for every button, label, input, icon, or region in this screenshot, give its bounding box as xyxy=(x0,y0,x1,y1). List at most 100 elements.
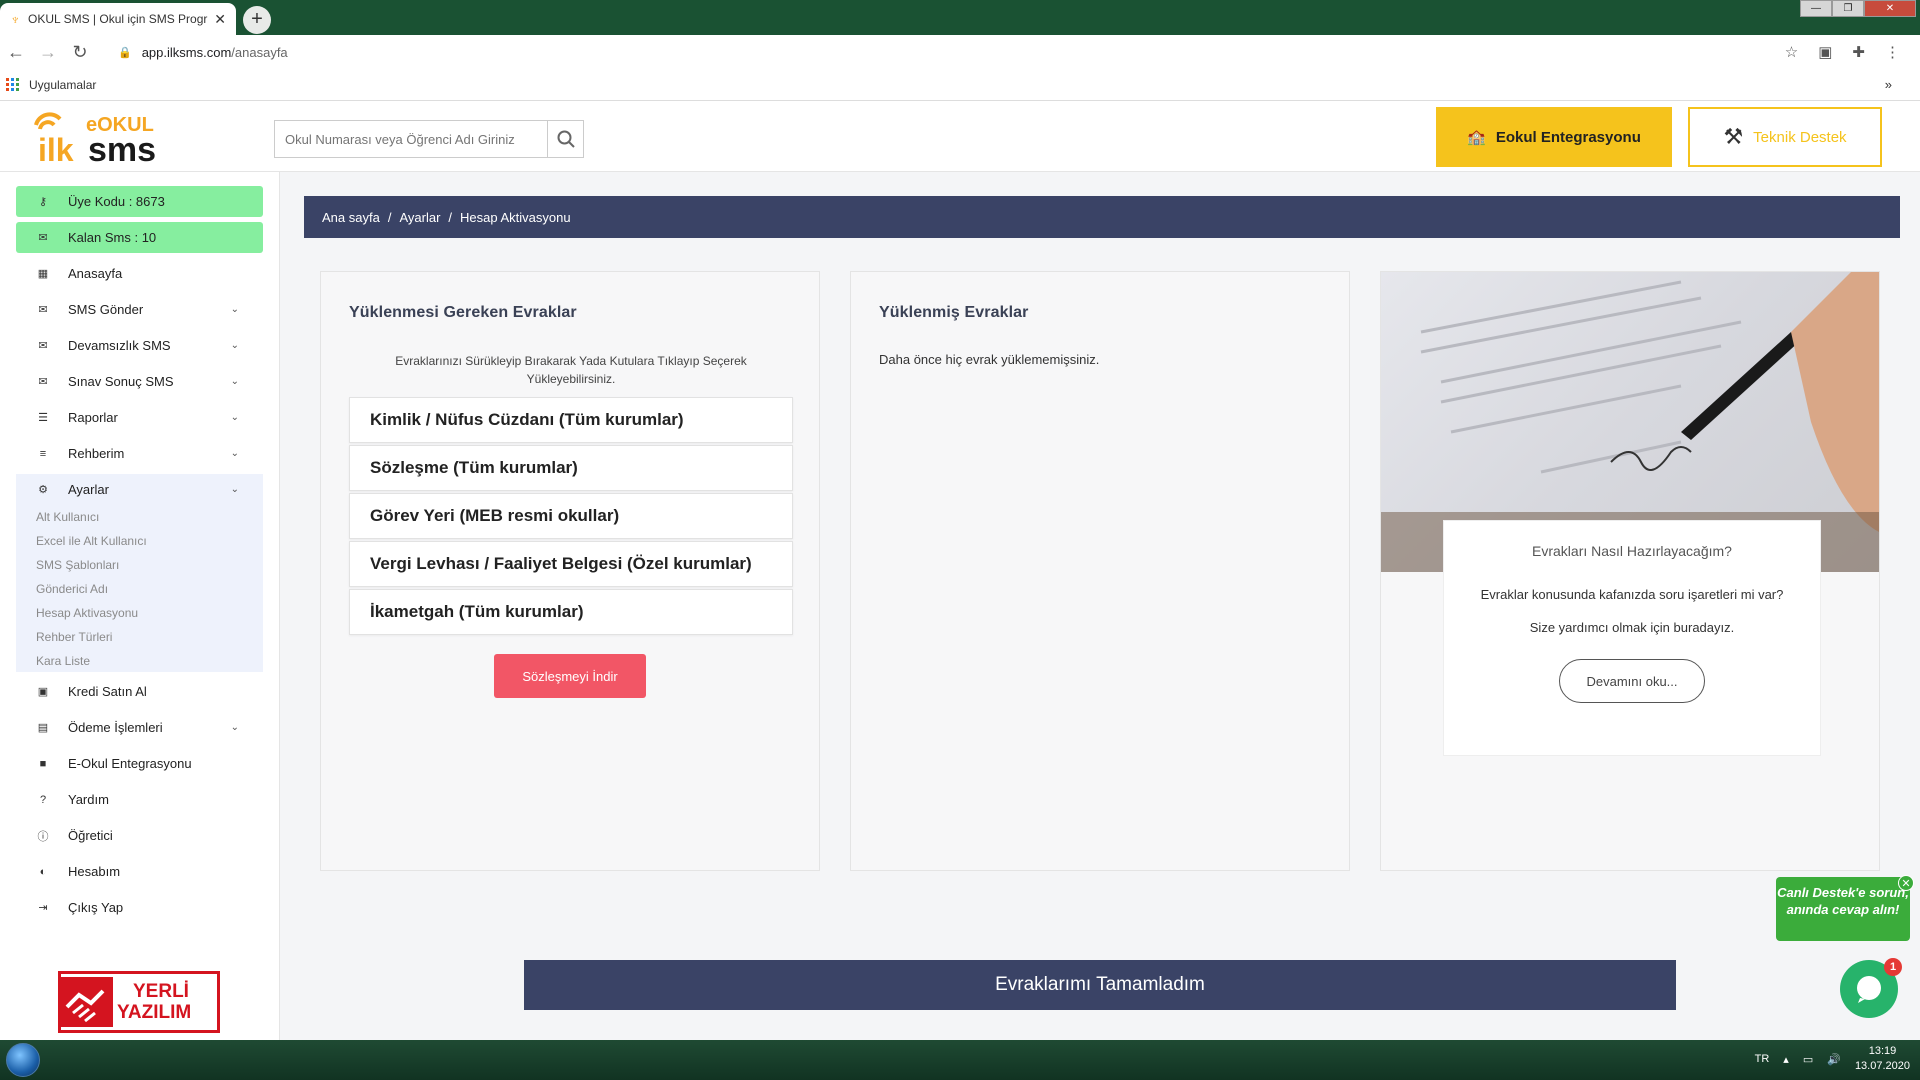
sidebar-item-hesabim[interactable]: ◐ Hesabım xyxy=(16,856,263,887)
sidebar-item-kredi-satin-al[interactable]: ▣ Kredi Satın Al xyxy=(16,676,263,707)
back-icon[interactable]: ← xyxy=(0,42,32,63)
user-circle-icon: ◐ xyxy=(39,865,47,878)
network-icon[interactable]: ▭ xyxy=(1803,1053,1813,1066)
eokul-integration-button[interactable]: 🏫 Eokul Entegrasyonu xyxy=(1436,107,1672,167)
info-circle-icon: ⓘ xyxy=(37,830,49,843)
uploaded-docs-title: Yüklenmiş Evraklar xyxy=(879,304,1029,321)
sidebar-item-yardim[interactable]: ? Yardım xyxy=(16,784,263,815)
doc-upload-sozlesme[interactable]: Sözleşme (Tüm kurumlar) xyxy=(349,445,793,491)
uploaded-docs-empty-text: Daha önce hiç evrak yüklememişsiniz. xyxy=(879,352,1100,367)
submenu-item-kara-liste[interactable]: Kara Liste xyxy=(36,654,90,668)
breadcrumb-home[interactable]: Ana sayfa xyxy=(322,210,380,225)
credit-card-icon: ▤ xyxy=(37,722,49,734)
doc-upload-kimlik[interactable]: Kimlik / Nüfus Cüzdanı (Tüm kurumlar) xyxy=(349,397,793,443)
start-button[interactable] xyxy=(6,1043,40,1077)
upload-hint: Evraklarınızı Sürükleyip Bırakarak Yada … xyxy=(395,354,747,386)
tray-overflow-icon[interactable]: ▴ xyxy=(1783,1053,1789,1066)
sidebar-item-devamsizlik-sms[interactable]: ✉ Devamsızlık SMS ⌄ xyxy=(16,330,263,361)
sidebar-item-anasayfa[interactable]: ▦ Anasayfa xyxy=(16,258,263,289)
list-check-icon: ☰ xyxy=(38,412,48,424)
sidebar-item-cikis-yap[interactable]: ⇥ Çıkış Yap xyxy=(16,892,263,923)
money-icon: ▣ xyxy=(37,686,49,698)
sidebar-item-rehberim[interactable]: ≡ Rehberim ⌄ xyxy=(16,438,263,469)
download-contract-button[interactable]: Sözleşmeyi İndir xyxy=(494,654,646,698)
remaining-sms-text: Kalan Sms : 10 xyxy=(68,230,157,245)
folder-icon: ■ xyxy=(39,757,47,770)
handshake-icon xyxy=(61,977,113,1027)
member-code-text: Üye Kodu : 8673 xyxy=(68,194,165,209)
sidebar-item-odeme-islemleri[interactable]: ▤ Ödeme İşlemleri ⌄ xyxy=(16,712,263,743)
bookmarks-bar: Uygulamalar » xyxy=(0,69,1920,101)
envelope-icon: ✉ xyxy=(38,340,48,352)
chevron-down-icon: ⌄ xyxy=(230,340,239,351)
sidebar-item-label: Yardım xyxy=(68,792,109,807)
ilksms-logo[interactable]: eOKUL ilk sms xyxy=(30,111,190,169)
clock-time: 13:19 xyxy=(1868,1045,1897,1057)
bookmark-star-icon[interactable]: ☆ xyxy=(1785,43,1798,61)
apps-grid-icon[interactable] xyxy=(6,78,19,91)
help-question: Evraklar konusunda kafanızda soru işaret… xyxy=(1480,587,1784,602)
sidebar-item-sinav-sonuc-sms[interactable]: ✉ Sınav Sonuç SMS ⌄ xyxy=(16,366,263,397)
search-button[interactable] xyxy=(547,121,583,157)
chevron-down-icon: ⌄ xyxy=(230,448,239,459)
sidebar-item-label: Öğretici xyxy=(68,828,113,843)
volume-icon[interactable]: 🔊 xyxy=(1827,1053,1841,1066)
chevron-down-icon: ⌄ xyxy=(230,484,239,495)
sidebar: ⚷ Üye Kodu : 8673 ✉ Kalan Sms : 10 ▦ Ana… xyxy=(0,172,280,1040)
language-indicator[interactable]: TR xyxy=(1755,1053,1770,1065)
window-close-button[interactable]: ✕ xyxy=(1864,0,1916,17)
reload-icon[interactable]: ↻ xyxy=(64,42,96,63)
submenu-item-sms-sablonlari[interactable]: SMS Şablonları xyxy=(36,558,119,572)
submenu-item-rehber-turleri[interactable]: Rehber Türleri xyxy=(36,630,112,644)
sidebar-item-ayarlar[interactable]: ⚙ Ayarlar ⌄ xyxy=(16,474,263,505)
tech-support-label: Teknik Destek xyxy=(1753,128,1847,146)
live-chat-bubble[interactable]: Canlı Destek'e sorun, anında cevap alın! xyxy=(1776,877,1910,941)
chevron-down-icon: ⌄ xyxy=(230,722,239,733)
sidebar-item-label: Sınav Sonuç SMS xyxy=(68,374,174,389)
close-tab-icon[interactable]: ✕ xyxy=(214,11,226,28)
apps-link[interactable]: Uygulamalar xyxy=(29,78,96,92)
site-header: eOKUL ilk sms 🏫 Eokul Entegrasyonu ⚒ Tek… xyxy=(0,101,1920,172)
complete-documents-button[interactable]: Evraklarımı Tamamladım xyxy=(524,960,1676,1010)
sidebar-item-sms-gonder[interactable]: ✉ SMS Gönder ⌄ xyxy=(16,294,263,325)
submenu-item-hesap-aktivasyonu[interactable]: Hesap Aktivasyonu xyxy=(36,606,138,620)
search-box xyxy=(274,120,584,158)
sidebar-item-label: Anasayfa xyxy=(68,266,123,281)
submenu-item-gonderici-adi[interactable]: Gönderici Adı xyxy=(36,582,108,596)
doc-upload-ikametgah[interactable]: İkametgah (Tüm kurumlar) xyxy=(349,589,793,635)
sidebar-item-ogretici[interactable]: ⓘ Öğretici xyxy=(16,820,263,851)
uploaded-docs-card: Yüklenmiş Evraklar Daha önce hiç evrak y… xyxy=(850,271,1350,871)
minimize-button[interactable]: — xyxy=(1800,0,1832,17)
sidebar-item-raporlar[interactable]: ☰ Raporlar ⌄ xyxy=(16,402,263,433)
extensions-icon[interactable]: ✚ xyxy=(1852,43,1865,61)
new-tab-button[interactable]: + xyxy=(243,6,271,34)
bookmarks-overflow-icon[interactable]: » xyxy=(1885,77,1892,92)
breadcrumb-separator: / xyxy=(448,209,453,225)
doc-upload-gorev-yeri[interactable]: Görev Yeri (MEB resmi okullar) xyxy=(349,493,793,539)
clock[interactable]: 13:19 13.07.2020 xyxy=(1855,1044,1910,1074)
key-icon: ⚷ xyxy=(38,196,48,208)
url-field[interactable]: 🔒 app.ilksms.com /anasayfa xyxy=(118,45,288,60)
camera-icon[interactable]: ▣ xyxy=(1818,43,1832,61)
windows-taskbar: TR ▴ ▭ 🔊 13:19 13.07.2020 xyxy=(0,1040,1920,1080)
browser-tab[interactable]: ♆ OKUL SMS | Okul için SMS Progr ✕ xyxy=(0,3,236,35)
gear-icon: ⚙ xyxy=(38,484,48,496)
forward-icon[interactable]: → xyxy=(32,42,64,63)
doc-upload-vergi-levhasi[interactable]: Vergi Levhası / Faaliyet Belgesi (Özel k… xyxy=(349,541,793,587)
sidebar-item-label: Raporlar xyxy=(68,410,118,425)
read-more-button[interactable]: Devamını oku... xyxy=(1559,659,1705,703)
tech-support-button[interactable]: ⚒ Teknik Destek xyxy=(1688,107,1882,167)
envelope-icon: ✉ xyxy=(38,376,48,388)
search-input[interactable] xyxy=(275,121,547,157)
search-icon xyxy=(557,130,575,148)
chat-close-icon[interactable]: ✕ xyxy=(1898,875,1914,891)
submenu-item-alt-kullanici[interactable]: Alt Kullanıcı xyxy=(36,510,99,524)
sidebar-item-label: Çıkış Yap xyxy=(68,900,124,915)
menu-kebab-icon[interactable]: ⋮ xyxy=(1885,43,1900,61)
breadcrumb-ayarlar[interactable]: Ayarlar xyxy=(399,210,440,225)
remaining-sms-pill: ✉ Kalan Sms : 10 xyxy=(16,222,263,253)
sidebar-item-eokul-entegrasyonu[interactable]: ■ E-Okul Entegrasyonu xyxy=(16,748,263,779)
submenu-item-excel-alt-kullanici[interactable]: Excel ile Alt Kullanıcı xyxy=(36,534,147,548)
restore-button[interactable]: ❐ xyxy=(1832,0,1864,17)
sidebar-item-label: Rehberim xyxy=(68,446,125,461)
